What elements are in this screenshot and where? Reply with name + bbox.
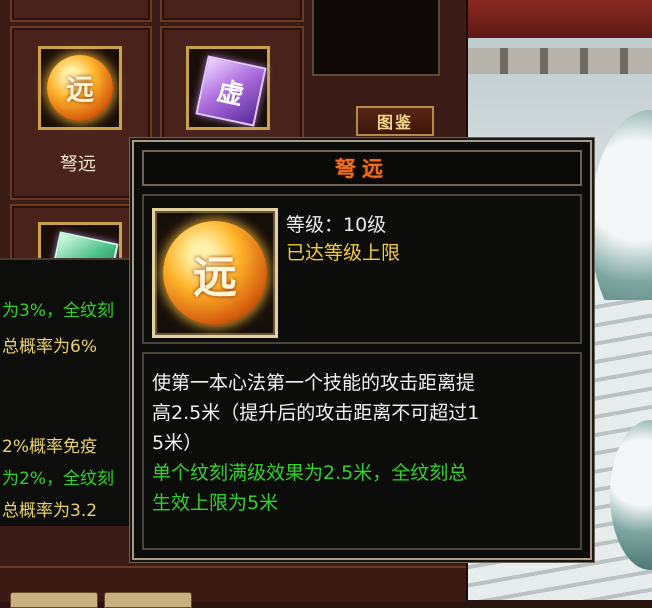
slot-frame <box>10 0 152 22</box>
effect-line: 为2%，全纹刻 <box>2 469 114 489</box>
item-tooltip: 弩远 远 等级：10级 已达等级上限 使第一本心法第一个技能的攻击距离提 高2.… <box>132 140 592 560</box>
effect-line: 总概率为3.2 <box>2 501 98 521</box>
bottom-tab[interactable] <box>104 592 192 608</box>
max-level-notice: 已达等级上限 <box>286 242 401 264</box>
item-slot-gem[interactable]: 虚 <box>186 46 270 130</box>
desc-line: 使第一本心法第一个技能的攻击距离提 <box>152 372 476 394</box>
bottom-bar <box>0 566 466 608</box>
effect-line: 总概率为6% <box>2 337 97 357</box>
desc-line: 5米） <box>152 432 203 454</box>
tooltip-item-icon: 远 <box>152 208 278 338</box>
tooltip-title: 弩远 <box>335 157 389 181</box>
tooltip-title-bar: 弩远 <box>142 150 582 186</box>
engrave-effect-list: 为3%，全纹刻 总概率为6% 2%概率免疫 为2%，全纹刻 总概率为3.2 <box>0 258 140 526</box>
tooltip-description: 使第一本心法第一个技能的攻击距离提 高2.5米（提升后的攻击距离不可超过1 5米… <box>142 352 582 550</box>
effect-line: 生效上限为5米 <box>152 492 279 514</box>
desc-line: 高2.5米（提升后的攻击距离不可超过1 <box>152 402 480 424</box>
codex-button[interactable]: 图鉴 <box>356 106 434 136</box>
effect-line: 为3%，全纹刻 <box>2 301 114 321</box>
slot-frame <box>160 0 304 22</box>
tooltip-header: 远 等级：10级 已达等级上限 <box>142 194 582 344</box>
bottom-tab[interactable] <box>10 592 98 608</box>
item-level: 等级：10级 <box>286 214 387 236</box>
gem-glyph: 虚 <box>214 76 247 111</box>
coin-icon: 远 <box>163 221 267 325</box>
effect-line: 单个纹刻满级效果为2.5米，全纹刻总 <box>152 462 468 484</box>
coin-glyph: 远 <box>193 252 237 303</box>
roof-tiles <box>440 0 652 38</box>
effect-line: 2%概率免疫 <box>2 437 97 457</box>
slot-label: 弩远 <box>60 154 96 175</box>
gem-icon: 虚 <box>195 55 267 127</box>
coin-icon: 远 <box>47 55 113 121</box>
item-slot-nuyuan[interactable]: 远 <box>38 46 122 130</box>
courtyard-railing <box>460 48 652 74</box>
info-box <box>312 0 440 76</box>
coin-glyph: 远 <box>65 73 94 106</box>
